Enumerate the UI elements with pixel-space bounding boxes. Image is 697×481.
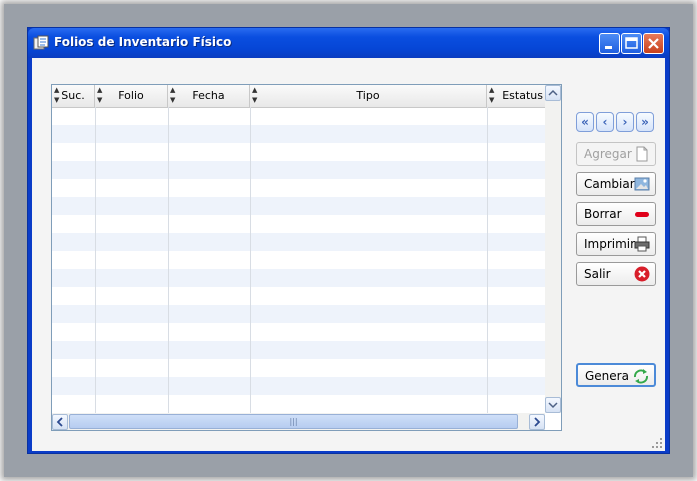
column-label: Folio <box>118 89 144 102</box>
table-row[interactable] <box>52 341 545 359</box>
window-client: ▲ ▼ Suc. ▲ ▼ Folio ▲ ▼ Fecha ▲ ▼ Tipo ▲ ▼ E <box>32 58 665 451</box>
column-divider <box>168 107 169 413</box>
genera-button[interactable]: Genera <box>576 363 656 387</box>
window-title: Folios de Inventario Físico <box>54 35 232 49</box>
vertical-scrollbar[interactable] <box>545 85 561 413</box>
folios-table[interactable]: ▲ ▼ Suc. ▲ ▼ Folio ▲ ▼ Fecha ▲ ▼ Tipo ▲ ▼ E <box>51 84 562 431</box>
close-icon <box>648 38 659 49</box>
column-header-estatus[interactable]: ▲ ▼ Estatus <box>487 85 545 107</box>
sort-icon: ▲ ▼ <box>170 86 176 104</box>
column-divider <box>95 107 96 413</box>
minimize-button[interactable] <box>599 33 620 54</box>
column-label: Suc. <box>61 89 85 102</box>
sort-icon: ▲ ▼ <box>489 86 495 104</box>
horizontal-scrollbar[interactable]: ||| <box>52 413 545 430</box>
column-header-fecha[interactable]: ▲ ▼ Fecha <box>168 85 250 107</box>
chevron-up-icon <box>548 89 558 96</box>
salir-label: Salir <box>584 267 611 281</box>
first-record-icon: « <box>581 115 589 129</box>
column-header-folio[interactable]: ▲ ▼ Folio <box>95 85 168 107</box>
borrar-button[interactable]: Borrar <box>576 202 656 226</box>
scroll-up-button[interactable] <box>545 85 561 101</box>
first-record-button[interactable]: « <box>576 112 594 132</box>
scroll-left-button[interactable] <box>52 414 68 430</box>
next-record-button[interactable]: › <box>616 112 634 132</box>
table-row[interactable] <box>52 107 545 125</box>
maximize-icon <box>625 37 638 49</box>
printer-icon <box>634 236 650 252</box>
column-label: Fecha <box>192 89 225 102</box>
column-header-tipo[interactable]: ▲ ▼ Tipo <box>250 85 487 107</box>
edit-picture-icon <box>634 177 650 191</box>
main-window: Folios de Inventario Físico ▲ ▼ Suc. ▲ ▼ F… <box>27 27 670 454</box>
genera-label: Genera <box>585 369 629 383</box>
new-document-icon <box>636 146 648 162</box>
table-row[interactable] <box>52 143 545 161</box>
chevron-left-icon <box>56 417 63 427</box>
table-row[interactable] <box>52 377 545 395</box>
scroll-down-button[interactable] <box>545 397 561 413</box>
column-label: Tipo <box>356 89 380 102</box>
table-row[interactable] <box>52 197 545 215</box>
table-row[interactable] <box>52 359 545 377</box>
chevron-down-icon <box>548 402 558 409</box>
table-row[interactable] <box>52 179 545 197</box>
table-row[interactable] <box>52 395 545 413</box>
borrar-label: Borrar <box>584 207 622 221</box>
column-divider <box>250 107 251 413</box>
table-header: ▲ ▼ Suc. ▲ ▼ Folio ▲ ▼ Fecha ▲ ▼ Tipo ▲ ▼ E <box>52 85 545 108</box>
sort-icon: ▲ ▼ <box>252 86 258 104</box>
column-divider <box>487 107 488 413</box>
column-label: Estatus <box>502 89 543 102</box>
sort-icon: ▲ ▼ <box>54 86 60 104</box>
next-record-icon: › <box>622 115 628 129</box>
table-row[interactable] <box>52 323 545 341</box>
maximize-button[interactable] <box>621 33 642 54</box>
previous-record-button[interactable]: ‹ <box>596 112 614 132</box>
table-row[interactable] <box>52 215 545 233</box>
table-row[interactable] <box>52 233 545 251</box>
last-record-icon: » <box>641 115 649 129</box>
table-row[interactable] <box>52 305 545 323</box>
exit-icon <box>634 266 650 282</box>
table-row[interactable] <box>52 125 545 143</box>
scroll-thumb[interactable]: ||| <box>69 414 518 429</box>
app-icon <box>33 35 49 50</box>
scroll-right-button[interactable] <box>529 414 545 430</box>
imprimir-button[interactable]: Imprimir <box>576 232 656 256</box>
sort-icon: ▲ ▼ <box>97 86 103 104</box>
salir-button[interactable]: Salir <box>576 262 656 286</box>
title-bar[interactable]: Folios de Inventario Físico <box>28 28 669 58</box>
table-body[interactable] <box>52 107 545 413</box>
imprimir-label: Imprimir <box>584 237 636 251</box>
table-row[interactable] <box>52 251 545 269</box>
cambiar-button[interactable]: Cambiar <box>576 172 656 196</box>
scroll-grip: ||| <box>289 417 298 426</box>
agregar-button[interactable]: Agregar <box>576 142 656 166</box>
table-row[interactable] <box>52 161 545 179</box>
cambiar-label: Cambiar <box>584 177 635 191</box>
minimize-icon <box>605 46 612 49</box>
refresh-icon <box>634 369 648 384</box>
table-row[interactable] <box>52 287 545 305</box>
chevron-right-icon <box>534 417 541 427</box>
delete-icon <box>635 212 649 217</box>
table-row[interactable] <box>52 269 545 287</box>
column-header-suc[interactable]: ▲ ▼ Suc. <box>52 85 95 107</box>
resize-grip-icon[interactable] <box>651 437 663 449</box>
agregar-label: Agregar <box>584 147 632 161</box>
previous-record-icon: ‹ <box>602 115 608 129</box>
close-button[interactable] <box>643 33 664 54</box>
last-record-button[interactable]: » <box>636 112 654 132</box>
